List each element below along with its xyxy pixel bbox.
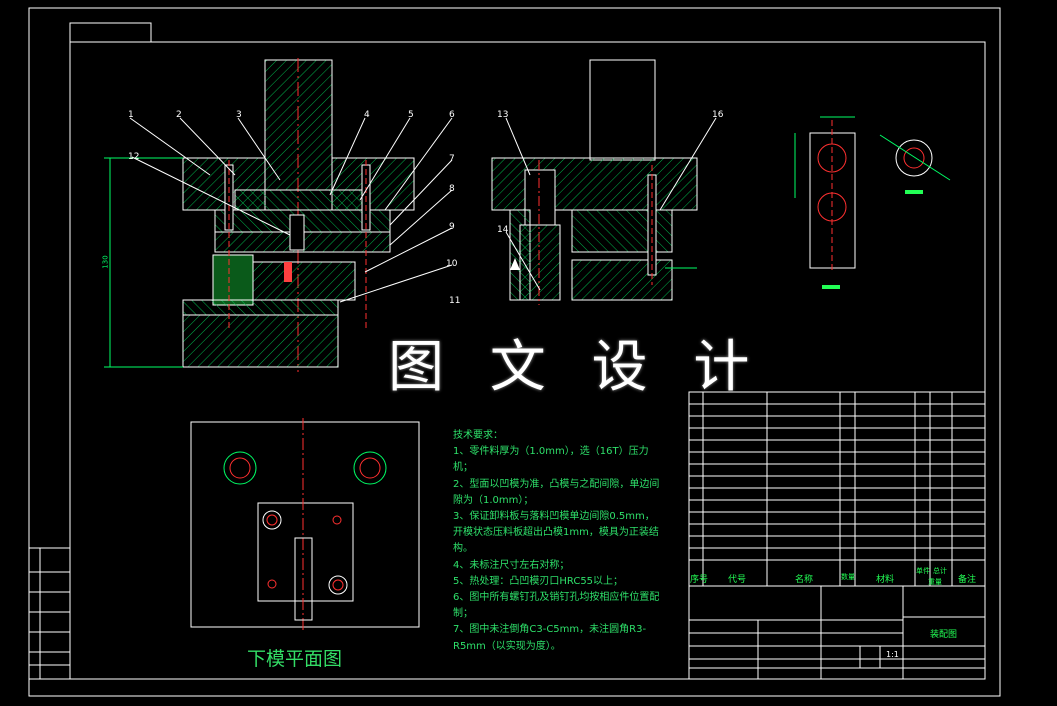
part-label-1: 1 [128, 110, 134, 120]
part-label-10: 10 [446, 259, 458, 269]
bom-header-single: 单件 [916, 567, 930, 575]
tech-title: 技术要求： [453, 430, 503, 441]
tech-line-4: 4、未标注尺寸左右对称； [453, 559, 570, 571]
part-label-5: 5 [408, 110, 414, 120]
lower-die-plan-view [190, 418, 420, 632]
bom-table [688, 391, 986, 587]
dimension-130: 130 [101, 255, 110, 269]
bom-header-weight: 重量 [928, 578, 942, 586]
drawing-name: 装配图 [930, 630, 958, 640]
technical-requirements: 技术要求： 1、零件料厚为（1.0mm），选（16T）压力机； 2、型面以凹模为… [453, 428, 663, 655]
tech-line-1: 1、零件料厚为（1.0mm），选（16T）压力机； [453, 446, 649, 474]
bom-header-no: 序号 [690, 575, 709, 585]
part-detail-view [794, 116, 951, 289]
part-label-12: 12 [128, 152, 140, 162]
bom-header-remark: 备注 [958, 575, 977, 585]
watermark-text: 图 文 设 计 [388, 335, 764, 400]
scale: 1:1 [886, 650, 899, 659]
part-label-8: 8 [449, 184, 455, 194]
corner-tag [69, 22, 152, 43]
part-label-2: 2 [176, 110, 182, 120]
part-label-3: 3 [236, 110, 242, 120]
bom-header-total: 总计 [933, 567, 947, 575]
bom-header-code: 代号 [728, 575, 747, 585]
part-label-6: 6 [449, 110, 455, 120]
tech-line-5: 5、热处理：凸凹模刃口HRC55以上； [453, 575, 624, 587]
lower-die-caption: 下模平面图 [247, 648, 343, 670]
part-label-9: 9 [449, 222, 455, 232]
part-label-4: 4 [364, 110, 370, 120]
part-label-14: 14 [497, 225, 509, 235]
bom-header-material: 材料 [876, 575, 895, 585]
bom-header-name: 名称 [795, 575, 814, 585]
side-section-view [491, 59, 717, 305]
tech-line-6: 6、图中所有螺钉孔及销钉孔均按相应件位置配制； [453, 592, 660, 620]
tech-line-7: 7、图中未注倒角C3-C5mm，未注圆角R3-R5mm（以实现为度）。 [453, 624, 647, 652]
tech-line-2: 2、型面以凹模为准，凸模与之配间隙，单边间隙为（1.0mm）； [453, 478, 660, 506]
bom-header-qty: 数量 [841, 573, 855, 581]
part-label-16: 16 [712, 110, 724, 120]
part-label-13: 13 [497, 110, 509, 120]
left-binding-strip [28, 547, 71, 680]
tech-line-3: 3、保证卸料板与落料凹模单边间隙0.5mm，开模状态压料板超出凸模1mm，模具为… [453, 511, 659, 555]
part-label-7: 7 [449, 154, 455, 164]
part-label-11: 11 [449, 296, 461, 306]
